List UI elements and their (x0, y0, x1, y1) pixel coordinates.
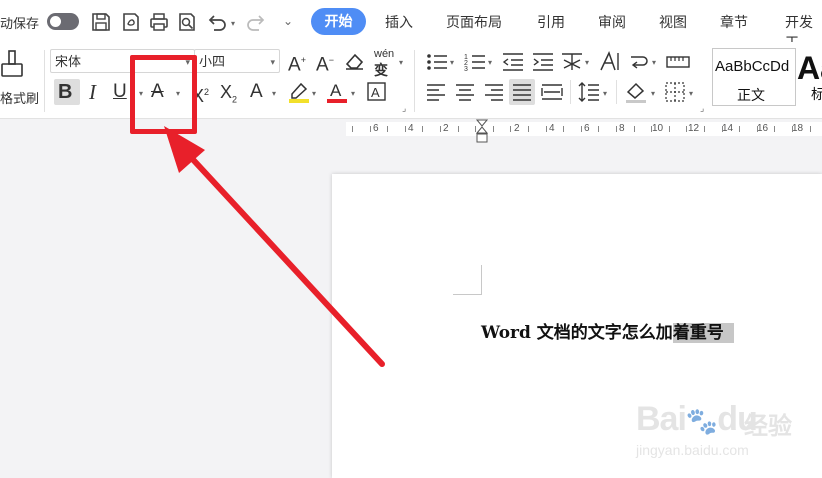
watermark-brand: Bai🐾du (636, 400, 758, 438)
watermark-brand-cn: 经验 (744, 412, 792, 440)
baidu-jingyan-watermark: Bai🐾du 经验 jingyan.baidu.com (636, 400, 792, 462)
watermark-url: jingyan.baidu.com (636, 442, 749, 458)
